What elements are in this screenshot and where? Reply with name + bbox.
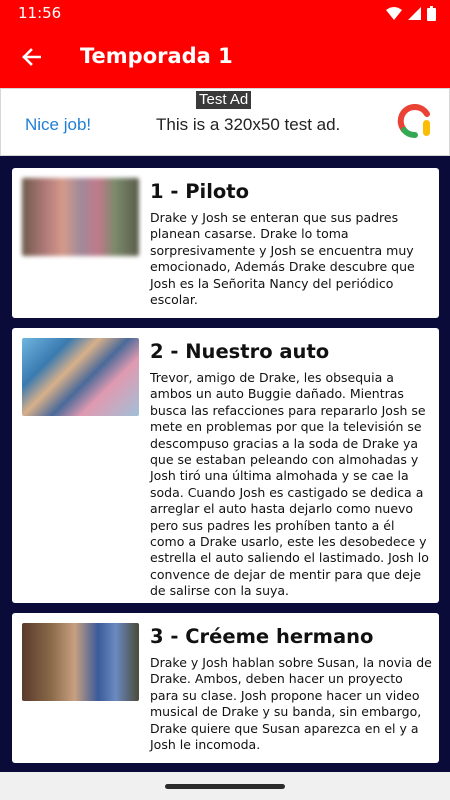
status-time: 11:56 [18, 4, 62, 22]
status-bar: 11:56 [0, 0, 450, 26]
ad-text: This is a 320x50 test ad. [156, 115, 341, 134]
back-button[interactable] [16, 42, 46, 72]
episode-thumbnail [22, 178, 139, 256]
episode-list[interactable]: 1 - Piloto Drake y Josh se enteran que s… [0, 158, 450, 772]
ad-banner[interactable]: Test Ad Nice job! This is a 320x50 test … [0, 88, 450, 156]
episode-title: 1 - Piloto [150, 180, 250, 203]
wifi-icon [386, 7, 402, 20]
episode-description: Drake y Josh se enteran que sus padres p… [150, 210, 415, 308]
ad-logo-icon [397, 103, 430, 138]
page-title: Temporada 1 [80, 44, 233, 68]
status-icons [386, 6, 436, 21]
episode-description: Trevor, amigo de Drake, les obsequia a a… [150, 370, 429, 599]
battery-icon [427, 6, 436, 21]
episode-card[interactable]: 1 - Piloto Drake y Josh se enteran que s… [12, 168, 439, 318]
arrow-back-icon [22, 48, 41, 66]
app-bar: Temporada 1 [0, 26, 450, 88]
episode-thumbnail [22, 338, 139, 416]
ad-nice-text: Nice job! [25, 115, 92, 134]
episode-title: 2 - Nuestro auto [150, 340, 330, 363]
episode-card[interactable]: 3 - Créeme hermano Drake y Josh hablan s… [12, 613, 439, 763]
episode-description: Drake y Josh hablan sobre Susan, la novi… [150, 655, 432, 753]
signal-icon [408, 7, 421, 20]
episode-title: 3 - Créeme hermano [150, 625, 374, 648]
ad-tag: Test Ad [196, 91, 252, 109]
home-indicator[interactable] [165, 784, 285, 789]
episode-card[interactable]: 2 - Nuestro auto Trevor, amigo de Drake,… [12, 328, 439, 603]
navigation-bar [0, 772, 450, 800]
episode-thumbnail [22, 623, 139, 701]
